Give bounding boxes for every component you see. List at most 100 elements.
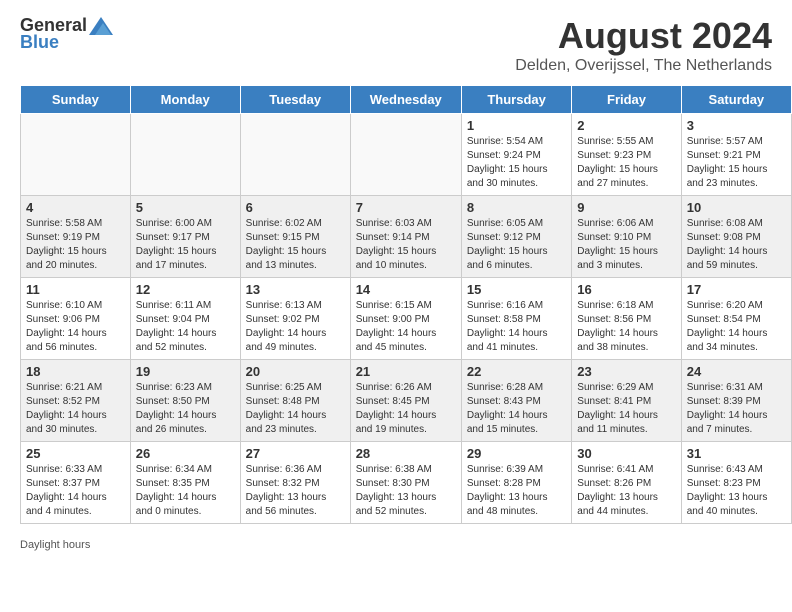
day-info: Sunrise: 6:05 AM Sunset: 9:12 PM Dayligh… (467, 217, 566, 273)
day-number: 1 (467, 118, 566, 133)
calendar-day-cell: 31 Sunrise: 6:43 AM Sunset: 8:23 PM Dayli… (681, 442, 791, 524)
calendar-day-cell: 24 Sunrise: 6:31 AM Sunset: 8:39 PM Dayli… (681, 360, 791, 442)
calendar-week-row: 25 Sunrise: 6:33 AM Sunset: 8:37 PM Dayli… (21, 442, 792, 524)
calendar-header-row: SundayMondayTuesdayWednesdayThursdayFrid… (21, 86, 792, 114)
calendar-day-cell: 5 Sunrise: 6:00 AM Sunset: 9:17 PM Daylig… (130, 196, 240, 278)
calendar-week-row: 11Sunrise: 6:10 AM Sunset: 9:06 PM Dayli… (21, 278, 792, 360)
day-number: 24 (687, 364, 786, 379)
day-number: 2 (577, 118, 675, 133)
calendar-day-cell: 18 Sunrise: 6:21 AM Sunset: 8:52 PM Dayli… (21, 360, 131, 442)
calendar-day-cell: 14Sunrise: 6:15 AM Sunset: 9:00 PM Dayli… (350, 278, 461, 360)
calendar-day-cell: 4 Sunrise: 5:58 AM Sunset: 9:19 PM Daylig… (21, 196, 131, 278)
calendar-week-row: 4 Sunrise: 5:58 AM Sunset: 9:19 PM Daylig… (21, 196, 792, 278)
day-header-sunday: Sunday (21, 86, 131, 114)
day-number: 13 (246, 282, 345, 297)
day-number: 26 (136, 446, 235, 461)
day-header-tuesday: Tuesday (240, 86, 350, 114)
day-number: 18 (26, 364, 125, 379)
calendar-day-cell (130, 114, 240, 196)
day-number: 25 (26, 446, 125, 461)
daylight-label: Daylight hours (20, 539, 90, 551)
day-info: Sunrise: 6:13 AM Sunset: 9:02 PM Dayligh… (246, 299, 345, 355)
day-header-wednesday: Wednesday (350, 86, 461, 114)
day-header-thursday: Thursday (461, 86, 571, 114)
day-number: 4 (26, 200, 125, 215)
calendar-day-cell: 10 Sunrise: 6:08 AM Sunset: 9:08 PM Dayli… (681, 196, 791, 278)
day-number: 14 (356, 282, 456, 297)
day-info: Sunrise: 6:41 AM Sunset: 8:26 PM Dayligh… (577, 463, 675, 519)
calendar-day-cell (240, 114, 350, 196)
month-year-title: August 2024 (515, 15, 772, 57)
calendar-day-cell (21, 114, 131, 196)
day-number: 17 (687, 282, 786, 297)
calendar-day-cell: 17Sunrise: 6:20 AM Sunset: 8:54 PM Dayli… (681, 278, 791, 360)
day-info: Sunrise: 6:16 AM Sunset: 8:58 PM Dayligh… (467, 299, 566, 355)
day-number: 22 (467, 364, 566, 379)
day-info: Sunrise: 6:31 AM Sunset: 8:39 PM Dayligh… (687, 381, 786, 437)
calendar-day-cell: 12Sunrise: 6:11 AM Sunset: 9:04 PM Dayli… (130, 278, 240, 360)
day-info: Sunrise: 5:55 AM Sunset: 9:23 PM Dayligh… (577, 135, 675, 191)
calendar-week-row: 18 Sunrise: 6:21 AM Sunset: 8:52 PM Dayli… (21, 360, 792, 442)
day-info: Sunrise: 6:18 AM Sunset: 8:56 PM Dayligh… (577, 299, 675, 355)
calendar-day-cell: 19Sunrise: 6:23 AM Sunset: 8:50 PM Dayli… (130, 360, 240, 442)
day-info: Sunrise: 6:06 AM Sunset: 9:10 PM Dayligh… (577, 217, 675, 273)
page-header: General Blue August 2024 Delden, Overijs… (0, 0, 792, 85)
calendar-day-cell: 21Sunrise: 6:26 AM Sunset: 8:45 PM Dayli… (350, 360, 461, 442)
calendar-day-cell: 20 Sunrise: 6:25 AM Sunset: 8:48 PM Dayli… (240, 360, 350, 442)
day-header-monday: Monday (130, 86, 240, 114)
day-number: 28 (356, 446, 456, 461)
day-number: 3 (687, 118, 786, 133)
day-info: Sunrise: 6:29 AM Sunset: 8:41 PM Dayligh… (577, 381, 675, 437)
day-info: Sunrise: 6:43 AM Sunset: 8:23 PM Dayligh… (687, 463, 786, 519)
location-subtitle: Delden, Overijssel, The Netherlands (515, 57, 772, 75)
calendar-day-cell: 26Sunrise: 6:34 AM Sunset: 8:35 PM Dayli… (130, 442, 240, 524)
day-info: Sunrise: 6:21 AM Sunset: 8:52 PM Dayligh… (26, 381, 125, 437)
day-number: 31 (687, 446, 786, 461)
logo-blue-text: Blue (20, 32, 59, 53)
calendar-wrapper: SundayMondayTuesdayWednesdayThursdayFrid… (0, 85, 792, 534)
calendar-day-cell: 29 Sunrise: 6:39 AM Sunset: 8:28 PM Dayli… (461, 442, 571, 524)
calendar-table: SundayMondayTuesdayWednesdayThursdayFrid… (20, 85, 792, 524)
calendar-day-cell: 9Sunrise: 6:06 AM Sunset: 9:10 PM Daylig… (572, 196, 681, 278)
day-number: 29 (467, 446, 566, 461)
day-info: Sunrise: 6:02 AM Sunset: 9:15 PM Dayligh… (246, 217, 345, 273)
calendar-day-cell: 8 Sunrise: 6:05 AM Sunset: 9:12 PM Daylig… (461, 196, 571, 278)
calendar-day-cell: 22 Sunrise: 6:28 AM Sunset: 8:43 PM Dayli… (461, 360, 571, 442)
day-info: Sunrise: 6:10 AM Sunset: 9:06 PM Dayligh… (26, 299, 125, 355)
page-container: General Blue August 2024 Delden, Overijs… (0, 0, 792, 556)
day-number: 30 (577, 446, 675, 461)
day-header-saturday: Saturday (681, 86, 791, 114)
day-number: 6 (246, 200, 345, 215)
day-number: 5 (136, 200, 235, 215)
day-number: 20 (246, 364, 345, 379)
calendar-day-cell: 2 Sunrise: 5:55 AM Sunset: 9:23 PM Daylig… (572, 114, 681, 196)
calendar-day-cell: 13 Sunrise: 6:13 AM Sunset: 9:02 PM Dayli… (240, 278, 350, 360)
day-number: 10 (687, 200, 786, 215)
day-info: Sunrise: 6:38 AM Sunset: 8:30 PM Dayligh… (356, 463, 456, 519)
calendar-week-row: 1Sunrise: 5:54 AM Sunset: 9:24 PM Daylig… (21, 114, 792, 196)
day-info: Sunrise: 5:57 AM Sunset: 9:21 PM Dayligh… (687, 135, 786, 191)
day-number: 23 (577, 364, 675, 379)
day-info: Sunrise: 6:39 AM Sunset: 8:28 PM Dayligh… (467, 463, 566, 519)
day-info: Sunrise: 5:58 AM Sunset: 9:19 PM Dayligh… (26, 217, 125, 273)
day-number: 7 (356, 200, 456, 215)
day-number: 15 (467, 282, 566, 297)
day-info: Sunrise: 6:28 AM Sunset: 8:43 PM Dayligh… (467, 381, 566, 437)
footer: Daylight hours (0, 534, 792, 556)
calendar-day-cell: 1Sunrise: 5:54 AM Sunset: 9:24 PM Daylig… (461, 114, 571, 196)
day-info: Sunrise: 6:36 AM Sunset: 8:32 PM Dayligh… (246, 463, 345, 519)
calendar-day-cell: 11Sunrise: 6:10 AM Sunset: 9:06 PM Dayli… (21, 278, 131, 360)
logo: General Blue (20, 15, 113, 53)
day-info: Sunrise: 6:11 AM Sunset: 9:04 PM Dayligh… (136, 299, 235, 355)
day-number: 16 (577, 282, 675, 297)
calendar-day-cell: 3 Sunrise: 5:57 AM Sunset: 9:21 PM Daylig… (681, 114, 791, 196)
calendar-day-cell: 16 Sunrise: 6:18 AM Sunset: 8:56 PM Dayli… (572, 278, 681, 360)
calendar-day-cell: 30 Sunrise: 6:41 AM Sunset: 8:26 PM Dayli… (572, 442, 681, 524)
day-number: 8 (467, 200, 566, 215)
day-info: Sunrise: 6:08 AM Sunset: 9:08 PM Dayligh… (687, 217, 786, 273)
day-info: Sunrise: 6:33 AM Sunset: 8:37 PM Dayligh… (26, 463, 125, 519)
logo-icon (89, 17, 113, 35)
day-info: Sunrise: 6:25 AM Sunset: 8:48 PM Dayligh… (246, 381, 345, 437)
day-info: Sunrise: 6:00 AM Sunset: 9:17 PM Dayligh… (136, 217, 235, 273)
calendar-day-cell: 25 Sunrise: 6:33 AM Sunset: 8:37 PM Dayli… (21, 442, 131, 524)
